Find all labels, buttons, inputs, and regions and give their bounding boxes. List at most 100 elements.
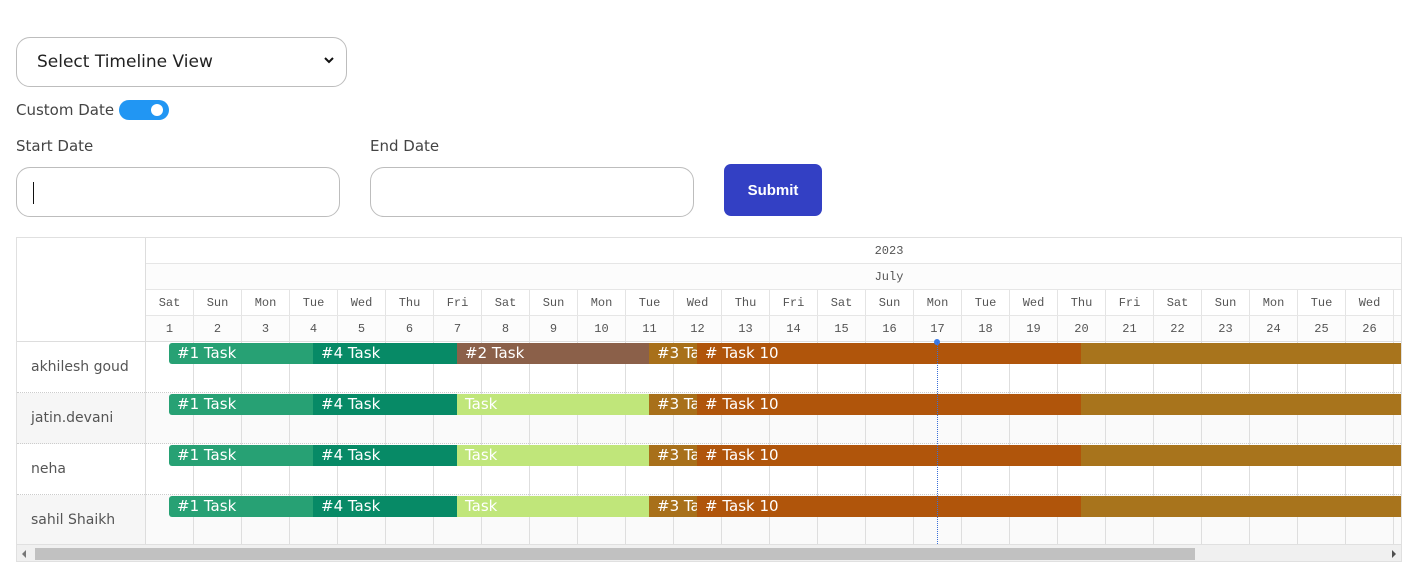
date-cell: 12 — [674, 316, 722, 341]
task-bar[interactable]: #4 Task — [313, 343, 457, 364]
submit-button[interactable]: Submit — [724, 164, 822, 216]
custom-date-toggle[interactable] — [119, 100, 170, 120]
weekday-cell: Wed — [1010, 290, 1058, 315]
toggle-knob — [151, 104, 164, 116]
task-bar[interactable]: # Task 10 — [697, 343, 1081, 364]
date-cell: 18 — [962, 316, 1010, 341]
resource-row: sahil Shaikh — [17, 495, 145, 546]
weekday-cell: Mon — [578, 290, 626, 315]
date-cell: 1 — [146, 316, 194, 341]
custom-date-label: Custom Date — [16, 101, 115, 119]
weekday-cell: Fri — [1106, 290, 1154, 315]
scroll-right-icon[interactable] — [1392, 550, 1396, 558]
weekday-cell: Mon — [242, 290, 290, 315]
weekday-cell: Mon — [914, 290, 962, 315]
resource-name: neha — [31, 461, 66, 477]
weekday-cell: Tue — [290, 290, 338, 315]
date-cell: 7 — [434, 316, 482, 341]
task-bar[interactable]: #3 Task — [649, 445, 697, 466]
weekday-cell: Sun — [1202, 290, 1250, 315]
task-bar[interactable]: # Task 10 — [697, 496, 1081, 517]
task-bar[interactable] — [1081, 496, 1401, 517]
task-bar[interactable]: Task — [457, 496, 649, 517]
weekday-cell: Sun — [866, 290, 914, 315]
horizontal-scrollbar[interactable] — [17, 544, 1401, 561]
task-bar[interactable]: #3 Task — [649, 343, 697, 364]
date-cell: 25 — [1298, 316, 1346, 341]
task-bar[interactable]: #4 Task — [313, 445, 457, 466]
date-cell: 15 — [818, 316, 866, 341]
task-bar[interactable]: Task — [457, 394, 649, 415]
weekday-cell: Mon — [1250, 290, 1298, 315]
task-bar[interactable] — [1081, 445, 1401, 466]
task-bar[interactable]: #1 Task — [169, 394, 313, 415]
start-date-input[interactable] — [16, 167, 340, 217]
date-cell: 24 — [1250, 316, 1298, 341]
date-header: 1 2 3 4 5 6 7 8 9 10 11 12 13 14 15 16 17 18 19 20 21 22 23 24 2… — [146, 316, 1401, 342]
resource-row: jatin.devani — [17, 393, 145, 444]
month-label: July — [874, 270, 904, 284]
date-cell: 19 — [1010, 316, 1058, 341]
text-caret — [33, 182, 34, 204]
resource-header-corner — [17, 238, 145, 342]
custom-date-row: Custom Date — [16, 99, 170, 121]
year-header: 2023 — [146, 238, 1401, 264]
weekday-cell: Tue — [626, 290, 674, 315]
date-cell: 13 — [722, 316, 770, 341]
resource-row: akhilesh goud — [17, 342, 145, 393]
date-cell: 2 — [194, 316, 242, 341]
task-bar[interactable]: # Task 10 — [697, 445, 1081, 466]
timeline-view-selected-value: Select Timeline View — [37, 52, 213, 72]
date-cell: 9 — [530, 316, 578, 341]
weekday-cell: Sun — [530, 290, 578, 315]
weekday-header: Sat Sun Mon Tue Wed Thu Fri Sat Sun Mon Tue Wed Thu F… — [146, 290, 1401, 316]
task-bar[interactable]: #1 Task — [169, 343, 313, 364]
task-bar[interactable]: #3 Task — [649, 394, 697, 415]
date-cell: 16 — [866, 316, 914, 341]
weekday-cell: Wed — [338, 290, 386, 315]
chevron-down-icon — [324, 57, 334, 64]
date-cell: 10 — [578, 316, 626, 341]
task-bar[interactable]: #4 Task — [313, 394, 457, 415]
task-bar[interactable] — [1081, 394, 1401, 415]
end-date-input[interactable] — [370, 167, 694, 217]
task-bar[interactable]: #3 Task — [649, 496, 697, 517]
weekday-cell: Sun — [194, 290, 242, 315]
weekday-cell: Tue — [962, 290, 1010, 315]
resource-name: sahil Shaikh — [31, 512, 116, 528]
date-cell: 4 — [290, 316, 338, 341]
date-cell: 11 — [626, 316, 674, 341]
resource-column: akhilesh goud jatin.devani neha sahil Shaik… — [17, 238, 146, 546]
date-cell: 23 — [1202, 316, 1250, 341]
timeline-view-select[interactable]: Select Timeline View — [16, 37, 347, 87]
resource-name: jatin.devani — [31, 410, 114, 426]
scroll-left-icon[interactable] — [22, 550, 26, 558]
date-cell: 3 — [242, 316, 290, 341]
task-bar[interactable]: #1 Task — [169, 445, 313, 466]
task-bar[interactable]: Task — [457, 445, 649, 466]
task-bar[interactable]: #2 Task — [457, 343, 649, 364]
month-header: July — [146, 264, 1401, 290]
weekday-cell: Thu — [386, 290, 434, 315]
timeline-area: 2023 July Sat Sun Mon Tue Wed Thu Fri Sat Sun Mon… — [146, 238, 1401, 546]
task-bar[interactable]: # Task 10 — [697, 394, 1081, 415]
date-cell: 8 — [482, 316, 530, 341]
date-cell: 22 — [1154, 316, 1202, 341]
weekday-cell: Fri — [434, 290, 482, 315]
weekday-cell: Wed — [1346, 290, 1394, 315]
task-bar[interactable]: #4 Task — [313, 496, 457, 517]
resource-name: akhilesh goud — [31, 359, 129, 375]
weekday-cell: Fri — [770, 290, 818, 315]
end-date-label: End Date — [370, 137, 440, 155]
weekday-cell: Sat — [818, 290, 866, 315]
date-cell: 21 — [1106, 316, 1154, 341]
task-bar[interactable]: #1 Task — [169, 496, 313, 517]
weekday-cell: Sat — [482, 290, 530, 315]
date-cell: 6 — [386, 316, 434, 341]
gantt-chart: akhilesh goud jatin.devani neha sahil Shaik… — [16, 237, 1402, 562]
gantt-body: #1 Task#4 Task#2 Task#3 Task# Task 10#1 … — [146, 342, 1401, 546]
scrollbar-thumb[interactable] — [35, 548, 1195, 560]
weekday-cell: Tue — [1298, 290, 1346, 315]
weekday-cell: Thu — [1058, 290, 1106, 315]
task-bar[interactable] — [1081, 343, 1401, 364]
